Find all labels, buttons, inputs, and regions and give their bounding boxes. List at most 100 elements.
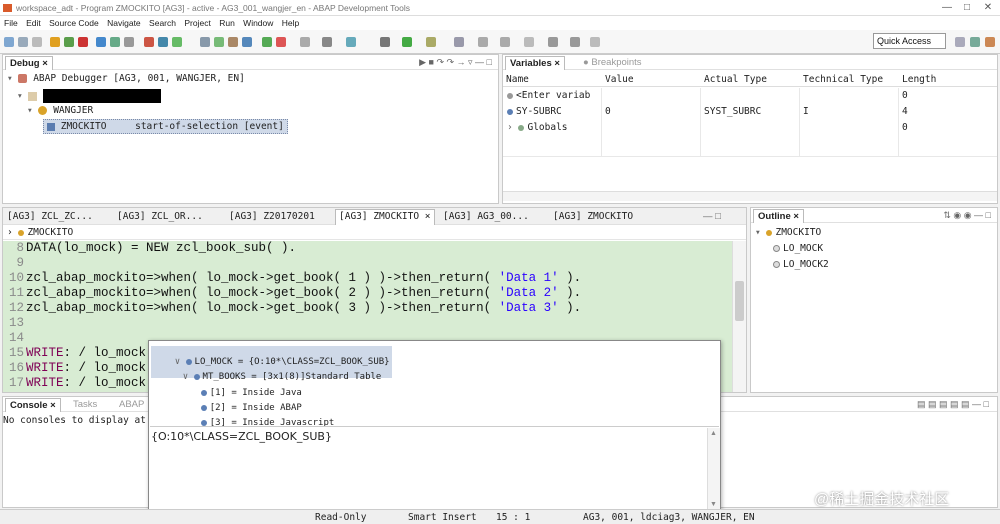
column-technical-type[interactable]: Technical Type	[803, 74, 883, 85]
outline-toolbar[interactable]: ⇅ ◉ ◉ — □	[943, 210, 991, 221]
debug-session-node[interactable]: ▾	[17, 89, 162, 103]
stack-frame-node[interactable]: ZMOCKITO start-of-selection [event]	[43, 119, 288, 134]
transport-icon[interactable]	[228, 37, 238, 47]
step-over-icon[interactable]	[96, 37, 106, 47]
resume-icon[interactable]	[50, 37, 60, 47]
code-line[interactable]: 8 DATA(lo_mock) = NEW zcl_book_sub( ).	[3, 241, 296, 256]
activate-icon[interactable]	[158, 37, 168, 47]
pin-icon[interactable]	[524, 37, 534, 47]
next-annotation-icon[interactable]	[478, 37, 488, 47]
menu-edit[interactable]: Edit	[26, 18, 41, 28]
tab-debug[interactable]: Debug ×	[5, 56, 53, 70]
tab-outline[interactable]: Outline ×	[753, 209, 804, 223]
open-perspective-icon[interactable]	[955, 37, 965, 47]
code-line[interactable]: 14	[3, 331, 26, 346]
code-line[interactable]: 12 zcl_abap_mockito=>when( lo_mock->get_b…	[3, 301, 581, 316]
run-icon[interactable]	[262, 37, 272, 47]
step-into-icon[interactable]	[64, 37, 74, 47]
tab-editor-zcl-or[interactable]: [AG3] ZCL_OR...	[117, 211, 203, 222]
run-as-icon[interactable]	[402, 37, 412, 47]
scrollbar-thumb[interactable]	[735, 281, 744, 321]
enter-variable-input[interactable]: <Enter variab	[516, 90, 590, 101]
breadcrumb-item[interactable]: › ZMOCKITO	[7, 227, 73, 238]
popup-detail-area[interactable]: {O:10*\CLASS=ZCL_BOOK_SUB}	[149, 428, 705, 510]
tab-tasks[interactable]: Tasks	[69, 398, 101, 412]
tab-editor-ag3-00[interactable]: [AG3] AG3_00...	[443, 211, 529, 222]
tab-variables[interactable]: Variables ×	[505, 56, 565, 70]
user-thread-node[interactable]: ▾ WANGJER	[27, 105, 93, 116]
menu-help[interactable]: Help	[282, 18, 299, 28]
menu-run[interactable]: Run	[219, 18, 235, 28]
perspective-icon[interactable]	[346, 37, 356, 47]
menu-file[interactable]: File	[4, 18, 18, 28]
tab-editor-zmockito[interactable]: [AG3] ZMOCKITO	[553, 211, 633, 222]
tab-editor-zcl-zc[interactable]: [AG3] ZCL_ZC...	[7, 211, 93, 222]
back-icon[interactable]	[548, 37, 558, 47]
editor-maximize-icon[interactable]: — □	[703, 211, 721, 222]
menu-navigate[interactable]: Navigate	[107, 18, 141, 28]
maximize-button[interactable]: □	[960, 2, 974, 13]
code-line[interactable]: 9	[3, 256, 26, 271]
variable-row[interactable]: SY-SUBRC 0 SYST_SUBRC I 4	[503, 104, 997, 120]
close-window-button[interactable]: ✕	[981, 2, 995, 13]
terminate-icon[interactable]	[78, 37, 88, 47]
column-value[interactable]: Value	[605, 74, 634, 85]
coverage-icon[interactable]	[426, 37, 436, 47]
column-name[interactable]: Name	[506, 74, 529, 85]
prev-annotation-icon[interactable]	[500, 37, 510, 47]
search-icon[interactable]	[214, 37, 224, 47]
outline-root[interactable]: ▾ ZMOCKITO	[755, 227, 821, 238]
code-line[interactable]: 16 WRITE: / lo_mock	[3, 361, 146, 376]
editor-vertical-scrollbar[interactable]	[732, 241, 746, 392]
layout-icon[interactable]	[300, 37, 310, 47]
menu-window[interactable]: Window	[243, 18, 273, 28]
menu-source-code[interactable]: Source Code	[49, 18, 99, 28]
gear-icon[interactable]	[380, 37, 390, 47]
menu-project[interactable]: Project	[184, 18, 210, 28]
tab-console[interactable]: Console ×	[5, 398, 61, 412]
column-actual-type[interactable]: Actual Type	[704, 74, 767, 85]
tab-editor-zmockito-active[interactable]: [AG3] ZMOCKITO ×	[335, 209, 435, 225]
debug-view-toolbar[interactable]: ▶ ■ ↷ ↷ → ▿ — □	[419, 57, 492, 68]
check-icon[interactable]	[172, 37, 182, 47]
variable-row[interactable]: <Enter variab 0	[503, 88, 997, 104]
code-line[interactable]: 11 zcl_abap_mockito=>when( lo_mock->get_b…	[3, 286, 581, 301]
console-toolbar[interactable]: ▤ ▤ ▤ ▤ ▤ — □	[917, 399, 989, 410]
quick-access-input[interactable]: Quick Access	[873, 33, 946, 49]
code-line[interactable]: 17 WRITE: / lo_mock	[3, 376, 146, 391]
popup-scrollbar[interactable]: ▲ ▼	[707, 428, 720, 510]
debug-icon[interactable]	[144, 37, 154, 47]
debug-perspective-icon[interactable]	[985, 37, 995, 47]
tab-editor-z20170201[interactable]: [AG3] Z20170201	[229, 211, 315, 222]
scroll-down-icon[interactable]: ▼	[710, 501, 717, 508]
item-icon	[200, 419, 207, 426]
horizontal-scrollbar[interactable]	[503, 191, 997, 201]
minimize-button[interactable]: —	[940, 2, 954, 13]
code-line[interactable]: 10 zcl_abap_mockito=>when( lo_mock->get_b…	[3, 271, 581, 286]
code-line[interactable]: 15 WRITE: / lo_mock	[3, 346, 146, 361]
print-icon[interactable]	[32, 37, 42, 47]
menu-search[interactable]: Search	[149, 18, 176, 28]
run-to-line-icon[interactable]	[124, 37, 134, 47]
code-line[interactable]: 13	[3, 316, 26, 331]
save-icon[interactable]	[18, 37, 28, 47]
outline-item[interactable]: LO_MOCK2	[773, 259, 829, 270]
debugger-root-node[interactable]: ▾ ABAP Debugger [AG3, 001, WANGJER, EN]	[7, 73, 245, 84]
annotation-icon[interactable]	[454, 37, 464, 47]
outline-item[interactable]: LO_MOCK	[773, 243, 823, 254]
forward-icon[interactable]	[570, 37, 580, 47]
open-object-icon[interactable]	[200, 37, 210, 47]
stop-icon[interactable]	[276, 37, 286, 47]
step-return-icon[interactable]	[110, 37, 120, 47]
outline-icon[interactable]	[242, 37, 252, 47]
external-tool-icon[interactable]	[322, 37, 332, 47]
home-icon[interactable]	[590, 37, 600, 47]
new-icon[interactable]	[4, 37, 14, 47]
tab-abap[interactable]: ABAP	[115, 398, 148, 412]
column-length[interactable]: Length	[902, 74, 936, 85]
tab-breakpoints[interactable]: ● Breakpoints	[579, 56, 646, 70]
expand-icon[interactable]: ›	[507, 122, 513, 133]
abap-perspective-icon[interactable]	[970, 37, 980, 47]
scroll-up-icon[interactable]: ▲	[710, 430, 717, 437]
variable-row[interactable]: › Globals 0	[503, 120, 997, 136]
